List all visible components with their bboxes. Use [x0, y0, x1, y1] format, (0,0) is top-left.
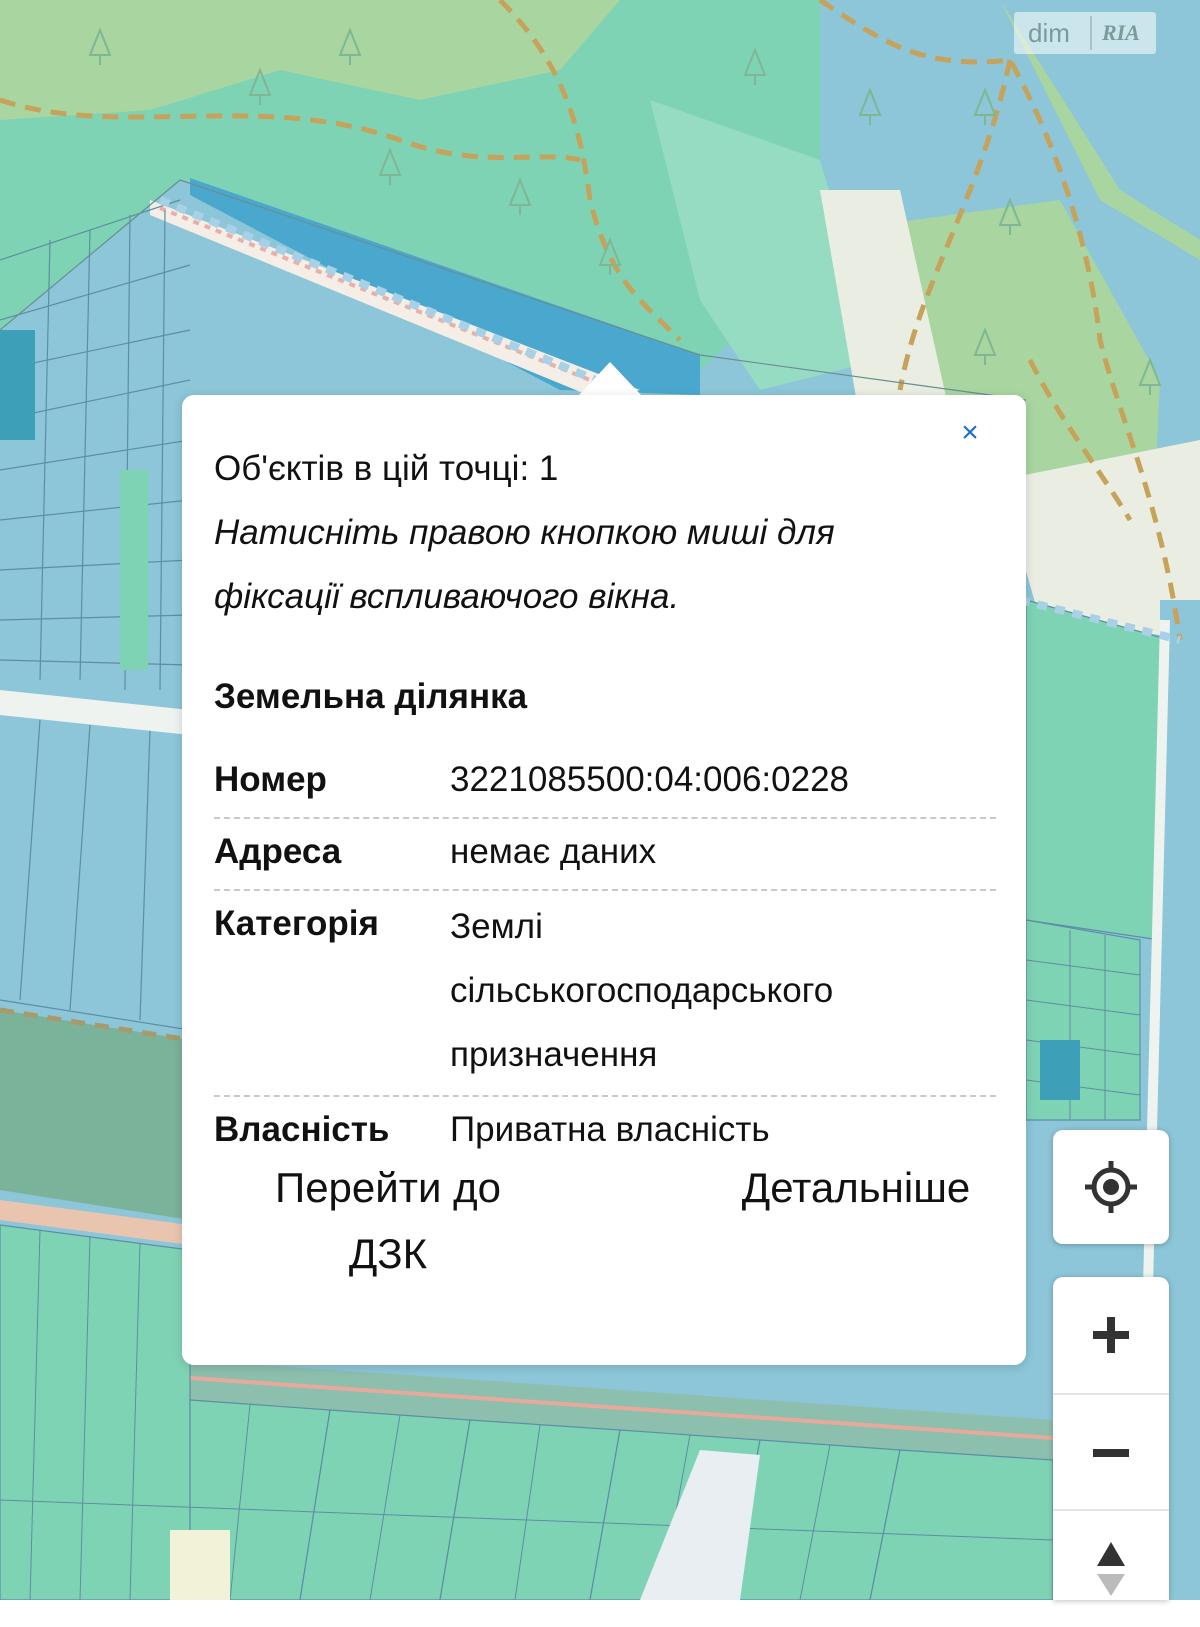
- property-row-category: Категорія Землі сільськогосподарського п…: [214, 891, 996, 1097]
- objects-count: Об'єктів в цій точці: 1: [214, 449, 559, 488]
- plus-icon: [1093, 1317, 1129, 1353]
- properties-table: Номер 3221085500:04:006:0228 Адреса нема…: [214, 747, 996, 1167]
- popup-actions: Перейти до ДЗК Детальніше: [218, 1155, 990, 1315]
- zoom-controls: [1053, 1277, 1169, 1600]
- popup-body: Об'єктів в цій точці: 1 Натисніть правою…: [214, 447, 996, 1167]
- go-to-dzk-button[interactable]: Перейти до ДЗК: [218, 1155, 558, 1287]
- property-value: 3221085500:04:006:0228: [450, 760, 850, 799]
- crosshair-icon: [1085, 1161, 1137, 1213]
- zoom-out-button[interactable]: [1053, 1393, 1169, 1511]
- tilt-button[interactable]: [1053, 1509, 1169, 1627]
- locate-button[interactable]: [1053, 1130, 1169, 1244]
- parcel-info-popup: × Об'єктів в цій точці: 1 Натисніть прав…: [182, 395, 1026, 1365]
- property-key: Номер: [214, 760, 327, 799]
- go-to-dzk-label: ДЗК: [348, 1230, 428, 1277]
- property-value-line: Землі: [450, 907, 543, 946]
- property-key: Власність: [214, 1110, 390, 1149]
- pin-hint-line: фіксації вспливаючого вікна.: [214, 577, 680, 616]
- popup-pointer: [578, 362, 642, 396]
- close-icon[interactable]: ×: [952, 415, 988, 451]
- go-to-dzk-label: Перейти до: [275, 1164, 501, 1211]
- watermark-dim: dim: [1028, 17, 1070, 48]
- pin-hint: Натисніть правою кнопкою миші для фіксац…: [214, 501, 996, 629]
- pin-hint-line: Натисніть правою кнопкою миші для: [214, 513, 835, 552]
- triangle-up-icon: [1097, 1542, 1125, 1596]
- zoom-in-button[interactable]: [1053, 1277, 1169, 1393]
- property-key: Категорія: [214, 904, 379, 943]
- property-key: Адреса: [214, 832, 342, 871]
- property-row-number: Номер 3221085500:04:006:0228: [214, 747, 996, 819]
- section-title: Земельна ділянка: [214, 677, 528, 716]
- property-row-address: Адреса немає даних: [214, 819, 996, 891]
- property-value: Землі сільськогосподарського призначення: [450, 895, 996, 1087]
- property-value-line: сільськогосподарського: [450, 971, 834, 1010]
- property-value: немає даних: [450, 832, 657, 871]
- details-button[interactable]: Детальніше: [706, 1155, 1006, 1221]
- dim-ria-watermark: dim RIA: [1014, 12, 1156, 54]
- property-value-line: призначення: [450, 1035, 658, 1074]
- minus-icon: [1093, 1449, 1129, 1457]
- property-value: Приватна власність: [450, 1110, 770, 1149]
- watermark-ria: RIA: [1102, 20, 1140, 45]
